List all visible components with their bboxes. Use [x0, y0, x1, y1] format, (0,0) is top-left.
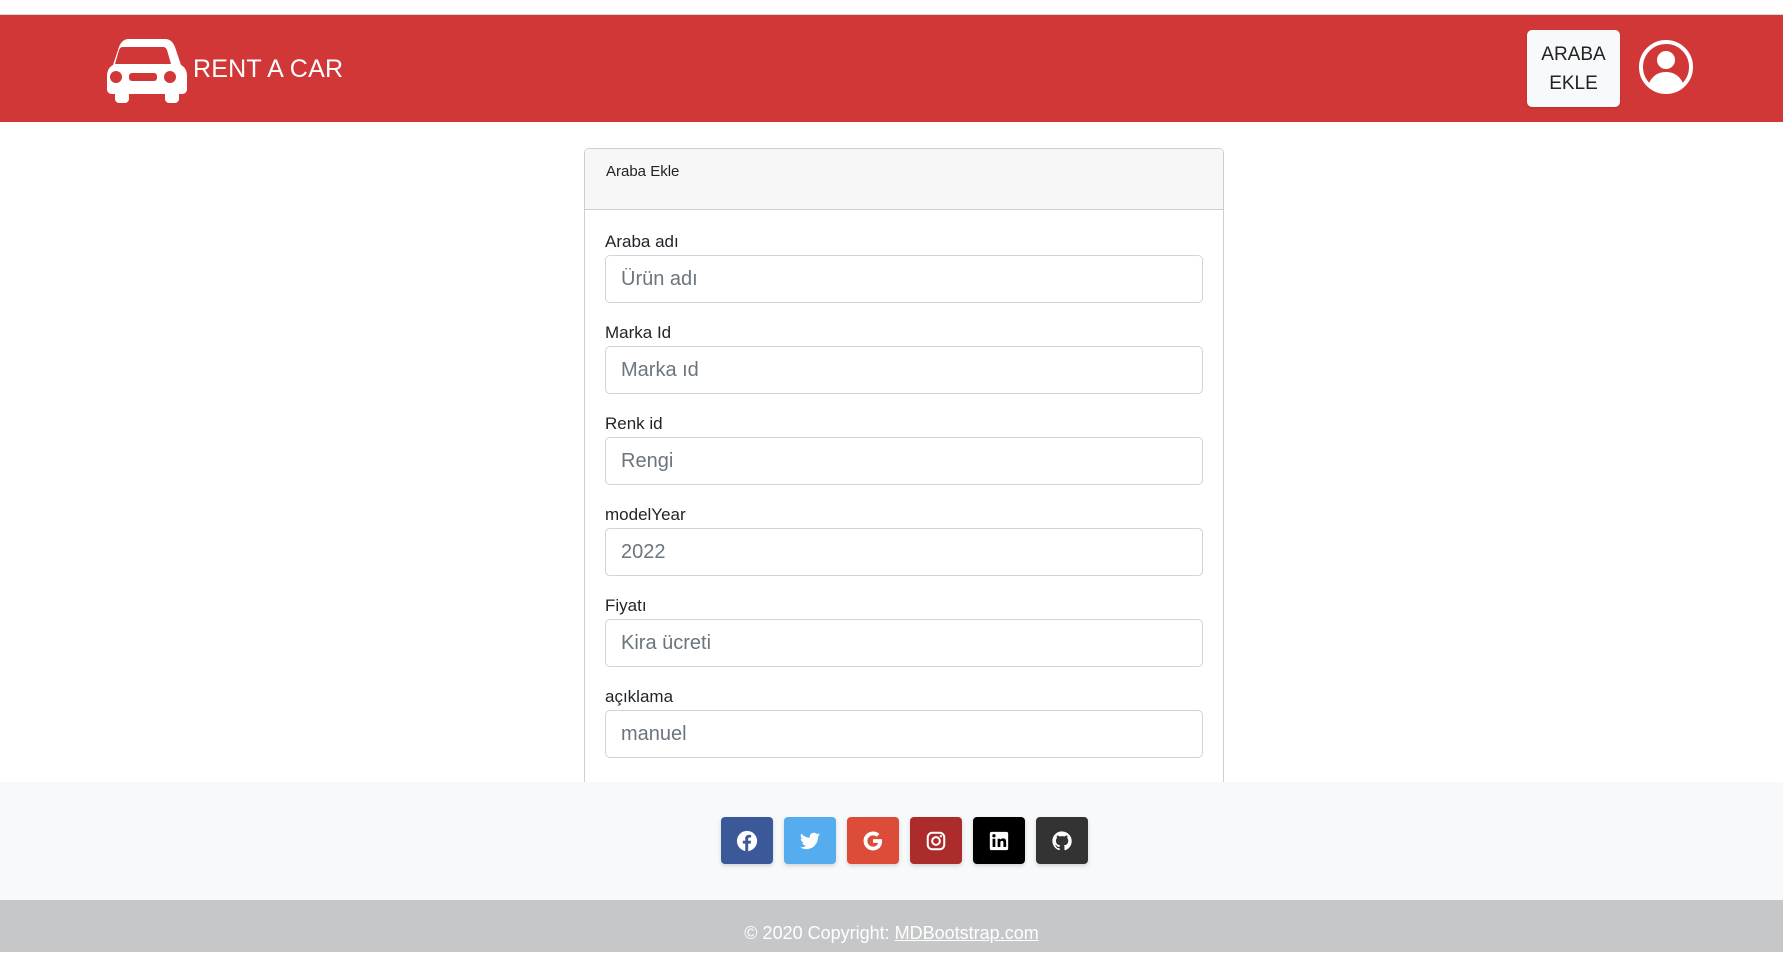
add-car-nav-button[interactable]: ARABA EKLE [1527, 30, 1620, 107]
car-name-field-group: Araba adı [605, 231, 1203, 303]
model-year-input[interactable] [605, 528, 1203, 576]
instagram-icon [926, 831, 946, 850]
add-car-form-card: Araba Ekle Araba adı Marka Id Renk id mo… [584, 148, 1224, 788]
description-field-group: açıklama [605, 686, 1203, 758]
car-icon [107, 39, 187, 103]
linkedin-button[interactable] [973, 817, 1025, 864]
facebook-button[interactable] [721, 817, 773, 864]
social-buttons [721, 817, 1088, 864]
description-label: açıklama [605, 687, 674, 706]
brand-id-label: Marka Id [605, 323, 672, 342]
instagram-button[interactable] [910, 817, 962, 864]
price-field-group: Fiyatı [605, 595, 1203, 667]
facebook-icon [736, 830, 758, 851]
browser-bookmarks-strip [0, 0, 1783, 15]
copyright-bar: © 2020 Copyright: MDBootstrap.com [0, 900, 1783, 952]
color-id-input[interactable] [605, 437, 1203, 485]
price-input[interactable] [605, 619, 1203, 667]
price-label: Fiyatı [605, 596, 647, 615]
copyright-link[interactable]: MDBootstrap.com [895, 923, 1039, 943]
navbar: RENT A CAR ARABA EKLE [0, 15, 1783, 122]
car-name-input[interactable] [605, 255, 1203, 303]
footer [0, 782, 1783, 900]
form-body: Araba adı Marka Id Renk id modelYear Fiy… [585, 210, 1223, 758]
brand-id-field-group: Marka Id [605, 322, 1203, 394]
brand-text: RENT A CAR [193, 54, 344, 83]
google-icon [863, 831, 883, 850]
model-year-field-group: modelYear [605, 504, 1203, 576]
linkedin-icon [989, 831, 1009, 850]
brand-link[interactable]: RENT A CAR [99, 35, 343, 103]
twitter-button[interactable] [784, 817, 836, 864]
github-button[interactable] [1036, 817, 1088, 864]
google-button[interactable] [847, 817, 899, 864]
add-car-nav-label: ARABA EKLE [1541, 43, 1606, 94]
color-id-field-group: Renk id [605, 413, 1203, 485]
github-icon [1052, 830, 1072, 850]
brand-id-input[interactable] [605, 346, 1203, 394]
model-year-label: modelYear [605, 505, 686, 524]
color-id-label: Renk id [605, 414, 663, 433]
form-title: Araba Ekle [585, 149, 1223, 210]
description-input[interactable] [605, 710, 1203, 758]
user-account-icon[interactable] [1638, 39, 1694, 95]
twitter-icon [799, 832, 821, 849]
car-name-label: Araba adı [605, 232, 679, 251]
copyright-text: © 2020 Copyright: [744, 923, 895, 943]
